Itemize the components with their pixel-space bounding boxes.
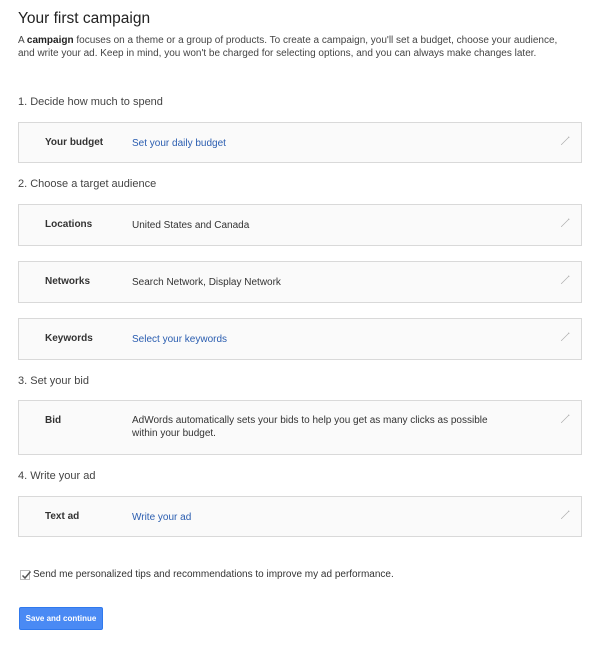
write-ad-link[interactable]: Write your ad (132, 511, 522, 524)
card-bid[interactable]: Bid AdWords automatically sets your bids… (18, 400, 582, 455)
card-label-bid: Bid (45, 415, 62, 426)
section-heading-ad: 4. Write your ad (18, 470, 96, 482)
save-and-continue-button[interactable]: Save and continue (19, 607, 103, 630)
pencil-icon[interactable] (559, 413, 571, 425)
pencil-icon[interactable] (559, 135, 571, 147)
section-heading-bid: 3. Set your bid (18, 375, 89, 387)
intro-rest: focuses on a theme or a group of product… (18, 35, 558, 59)
section-heading-audience: 2. Choose a target audience (18, 178, 157, 190)
select-keywords-link[interactable]: Select your keywords (132, 333, 522, 346)
tips-checkbox-row[interactable]: Send me personalized tips and recommenda… (20, 569, 394, 580)
networks-value: Search Network, Display Network (132, 277, 281, 288)
card-label-budget: Your budget (45, 137, 104, 148)
bid-value: AdWords automatically sets your bids to … (132, 415, 488, 439)
card-label-networks: Networks (45, 276, 91, 287)
card-keywords[interactable]: Keywords Select your keywords (18, 318, 582, 360)
section-heading-spend: 1. Decide how much to spend (18, 96, 163, 108)
card-label-textad: Text ad (45, 511, 80, 522)
card-text-ad[interactable]: Text ad Write your ad (18, 496, 582, 537)
locations-value: United States and Canada (132, 220, 250, 231)
card-label-keywords: Keywords (45, 333, 93, 344)
card-locations[interactable]: Locations United States and Canada (18, 204, 582, 246)
intro-text: A campaign focuses on a theme or a group… (18, 35, 568, 60)
tips-checkbox-label: Send me personalized tips and recommenda… (33, 569, 394, 580)
card-budget[interactable]: Your budget Set your daily budget (18, 122, 582, 163)
pencil-icon[interactable] (559, 331, 571, 343)
tips-checkbox[interactable] (20, 569, 32, 580)
set-budget-link[interactable]: Set your daily budget (132, 137, 522, 150)
card-label-locations: Locations (45, 219, 93, 230)
card-networks[interactable]: Networks Search Network, Display Network (18, 261, 582, 303)
pencil-icon[interactable] (559, 509, 571, 521)
page-title: Your first campaign (18, 10, 151, 27)
intro-prefix: A (18, 35, 27, 46)
pencil-icon[interactable] (559, 274, 571, 286)
pencil-icon[interactable] (559, 217, 571, 229)
intro-bold: campaign (26, 35, 74, 46)
checkmark-icon (21, 570, 32, 579)
